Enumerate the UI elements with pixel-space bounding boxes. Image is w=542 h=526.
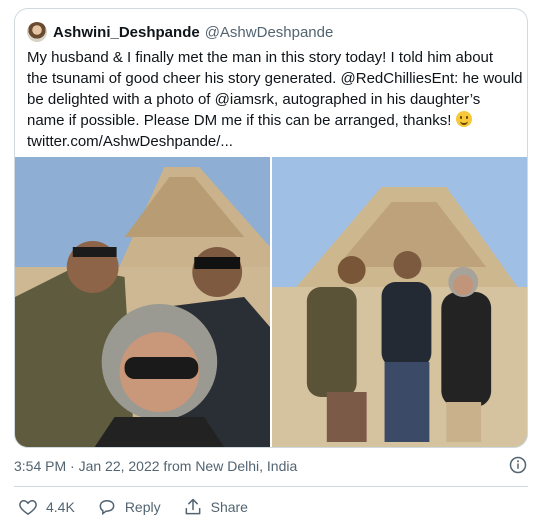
tweet-actions: 4.4K Reply Share — [18, 497, 270, 517]
tweet-text-segment: name if possible. Please DM me if this c… — [27, 112, 452, 129]
tweet-text-line-with-emoji: name if possible. Please DM me if this c… — [27, 110, 519, 131]
share-button[interactable]: Share — [183, 497, 248, 517]
tweet-card: Ashwini_Deshpande @AshwDeshpande My husb… — [14, 8, 528, 448]
heart-icon — [19, 499, 37, 515]
timestamp[interactable]: 3:54 PM · Jan 22, 2022 from New Delhi, I… — [14, 458, 297, 474]
tweet-text: My husband & I finally met the man in th… — [27, 47, 523, 152]
reply-button[interactable]: Reply — [97, 497, 161, 517]
tweet-text-line: be delighted with a photo of @iamsrk, au… — [27, 91, 481, 108]
avatar[interactable] — [27, 22, 47, 42]
like-count: 4.4K — [46, 499, 75, 515]
photo-group[interactable] — [272, 157, 527, 447]
share-icon — [185, 498, 201, 515]
tweet-photos — [15, 157, 527, 447]
tweet-text-line: My husband & I finally met the man in th… — [27, 49, 494, 66]
tweet-header: Ashwini_Deshpande @AshwDeshpande — [27, 21, 333, 43]
smiling-emoji-icon — [455, 111, 472, 127]
tweet-text-line: the tsunami of good cheer his story gene… — [27, 70, 523, 87]
divider — [14, 486, 528, 487]
user-handle[interactable]: @AshwDeshpande — [205, 24, 334, 41]
share-label: Share — [210, 499, 248, 515]
reply-icon — [99, 499, 115, 516]
info-icon[interactable] — [509, 456, 527, 474]
reply-label: Reply — [124, 499, 161, 515]
tweet-link[interactable]: twitter.com/AshwDeshpande/... — [27, 131, 519, 152]
photo-selfie[interactable] — [15, 157, 270, 447]
like-button[interactable]: 4.4K — [18, 497, 75, 517]
display-name[interactable]: Ashwini_Deshpande — [53, 24, 200, 41]
